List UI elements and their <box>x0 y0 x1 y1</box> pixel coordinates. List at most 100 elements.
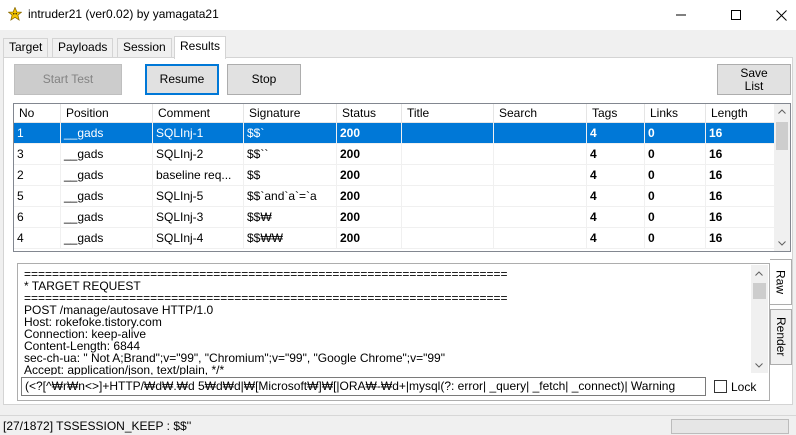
column-header-signature[interactable]: Signature <box>244 104 337 123</box>
cell-length: 16 <box>706 186 776 206</box>
cell-title <box>402 207 494 227</box>
scroll-down-icon[interactable] <box>778 241 786 246</box>
maximize-button[interactable] <box>713 0 759 30</box>
cell-tags: 4 <box>587 123 645 143</box>
cell-position: __gads <box>61 144 153 164</box>
progress-bar <box>671 419 789 434</box>
star-app-icon <box>8 7 22 21</box>
column-header-title[interactable]: Title <box>402 104 494 123</box>
cell-tags: 4 <box>587 207 645 227</box>
tab-target[interactable]: Target <box>3 38 49 57</box>
tab-results[interactable]: Results <box>174 36 227 59</box>
save-list-button[interactable]: Save List <box>717 64 791 95</box>
side-tab-render[interactable]: Render <box>770 309 792 365</box>
cell-no: 1 <box>14 123 61 143</box>
cell-signature: $$₩₩ <box>244 228 337 248</box>
raw-scroll-down-icon[interactable] <box>755 363 763 368</box>
cell-signature: $$` <box>244 123 337 143</box>
column-header-no[interactable]: No <box>14 104 61 123</box>
resume-button[interactable]: Resume <box>145 64 219 95</box>
column-header-length[interactable]: Length <box>706 104 776 123</box>
cell-tags: 4 <box>587 186 645 206</box>
raw-request-panel: ========================================… <box>17 263 770 401</box>
cell-title <box>402 186 494 206</box>
cell-links: 0 <box>645 207 706 227</box>
cell-no: 2 <box>14 165 61 185</box>
tab-payloads[interactable]: Payloads <box>52 38 114 57</box>
column-header-tags[interactable]: Tags <box>587 104 645 123</box>
raw-scrollbar[interactable] <box>751 265 768 373</box>
table-scroll-thumb[interactable] <box>776 122 788 150</box>
cell-comment: baseline req... <box>153 165 244 185</box>
cell-tags: 4 <box>587 228 645 248</box>
minimize-button[interactable] <box>658 0 704 30</box>
minimize-icon <box>676 14 686 16</box>
status-text: [27/1872] TSSESSION_KEEP : $$'' <box>3 419 192 433</box>
cell-tags: 4 <box>587 165 645 185</box>
cell-position: __gads <box>61 123 153 143</box>
cell-length: 16 <box>706 207 776 227</box>
results-table[interactable]: No Position Comment Signature Status Tit… <box>13 103 791 252</box>
status-bar: [27/1872] TSSESSION_KEEP : $$'' <box>0 415 796 435</box>
column-header-links[interactable]: Links <box>645 104 706 123</box>
cell-comment: SQLInj-4 <box>153 228 244 248</box>
cell-comment: SQLInj-3 <box>153 207 244 227</box>
cell-links: 0 <box>645 228 706 248</box>
cell-title <box>402 144 494 164</box>
cell-status: 200 <box>337 123 402 143</box>
cell-search <box>494 207 587 227</box>
column-header-position[interactable]: Position <box>61 104 153 123</box>
cell-search <box>494 186 587 206</box>
tab-session[interactable]: Session <box>117 38 172 57</box>
stop-button[interactable]: Stop <box>227 64 301 95</box>
cell-signature: $$₩ <box>244 207 337 227</box>
table-row[interactable]: 3 __gads SQLInj-2 $$`` 200 4 0 16 <box>14 144 776 165</box>
table-row[interactable]: 1 __gads SQLInj-1 $$` 200 4 0 16 <box>14 123 776 144</box>
cell-links: 0 <box>645 144 706 164</box>
lock-label: Lock <box>731 379 757 394</box>
cell-no: 3 <box>14 144 61 164</box>
side-tab-raw[interactable]: Raw <box>770 259 792 305</box>
cell-status: 200 <box>337 144 402 164</box>
cell-length: 16 <box>706 228 776 248</box>
cell-position: __gads <box>61 207 153 227</box>
cell-tags: 4 <box>587 144 645 164</box>
cell-search <box>494 228 587 248</box>
title-bar: intruder21 (ver0.02) by yamagata21 <box>0 0 796 30</box>
table-row[interactable]: 6 __gads SQLInj-3 $$₩ 200 4 0 16 <box>14 207 776 228</box>
start-test-button[interactable]: Start Test <box>14 64 122 95</box>
cell-position: __gads <box>61 165 153 185</box>
cell-status: 200 <box>337 207 402 227</box>
raw-request-text[interactable]: ========================================… <box>24 268 746 375</box>
cell-search <box>494 165 587 185</box>
close-button[interactable] <box>758 0 796 30</box>
cell-signature: $$ <box>244 165 337 185</box>
table-scrollbar[interactable] <box>774 104 790 251</box>
raw-scroll-up-icon[interactable] <box>755 271 763 276</box>
regex-search-input[interactable]: (<?[^₩r₩n<>]+HTTP/₩d₩.₩d 5₩d₩d|₩[Microso… <box>21 377 706 396</box>
close-icon <box>775 9 787 21</box>
table-row[interactable]: 4 __gads SQLInj-4 $$₩₩ 200 4 0 16 <box>14 228 776 249</box>
cell-status: 200 <box>337 186 402 206</box>
table-header: No Position Comment Signature Status Tit… <box>14 104 776 123</box>
table-row[interactable]: 2 __gads baseline req... $$ 200 4 0 16 <box>14 165 776 186</box>
lock-checkbox[interactable]: Lock <box>714 377 756 396</box>
cell-status: 200 <box>337 165 402 185</box>
cell-length: 16 <box>706 165 776 185</box>
cell-length: 16 <box>706 123 776 143</box>
table-row[interactable]: 5 __gads SQLInj-5 $$`and`a`=`a 200 4 0 16 <box>14 186 776 207</box>
cell-no: 5 <box>14 186 61 206</box>
cell-comment: SQLInj-2 <box>153 144 244 164</box>
raw-scroll-thumb[interactable] <box>753 283 766 299</box>
column-header-comment[interactable]: Comment <box>153 104 244 123</box>
column-header-status[interactable]: Status <box>337 104 402 123</box>
cell-search <box>494 123 587 143</box>
cell-no: 4 <box>14 228 61 248</box>
cell-search <box>494 144 587 164</box>
window-title: intruder21 (ver0.02) by yamagata21 <box>28 7 219 21</box>
scroll-up-icon[interactable] <box>778 109 786 114</box>
maximize-icon <box>731 10 741 20</box>
lock-checkbox-box[interactable] <box>714 380 727 393</box>
column-header-search[interactable]: Search <box>494 104 587 123</box>
cell-signature: $$`` <box>244 144 337 164</box>
